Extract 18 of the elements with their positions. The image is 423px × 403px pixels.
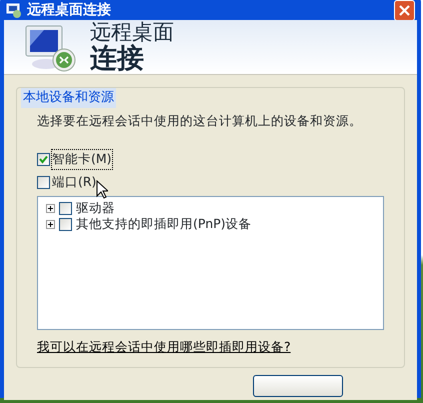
expand-icon[interactable] xyxy=(46,204,55,214)
close-button[interactable] xyxy=(394,0,415,20)
expand-icon[interactable] xyxy=(46,220,55,230)
checkbox[interactable] xyxy=(37,176,50,189)
description-text: 选择要在远程会话中使用的这台计算机上的设备和资源。 xyxy=(37,112,363,130)
close-icon xyxy=(399,4,410,16)
group-title: 本地设备和资源 xyxy=(21,88,116,108)
checkbox-label: 智能卡(M) xyxy=(52,150,112,169)
checkbox-label: 端口(R) xyxy=(52,173,96,191)
help-link[interactable]: 我可以在远程会话中使用哪些即插即用设备? xyxy=(37,338,291,356)
header-title: 远程桌面 xyxy=(90,20,174,44)
dialog-button[interactable] xyxy=(253,374,343,396)
checkbox[interactable] xyxy=(59,218,72,232)
window-title: 远程桌面连接 xyxy=(27,0,111,20)
header-title: 连接 xyxy=(90,44,145,74)
checkbox[interactable] xyxy=(59,202,72,216)
monitor-icon xyxy=(6,2,22,18)
checkbox[interactable] xyxy=(37,153,50,166)
